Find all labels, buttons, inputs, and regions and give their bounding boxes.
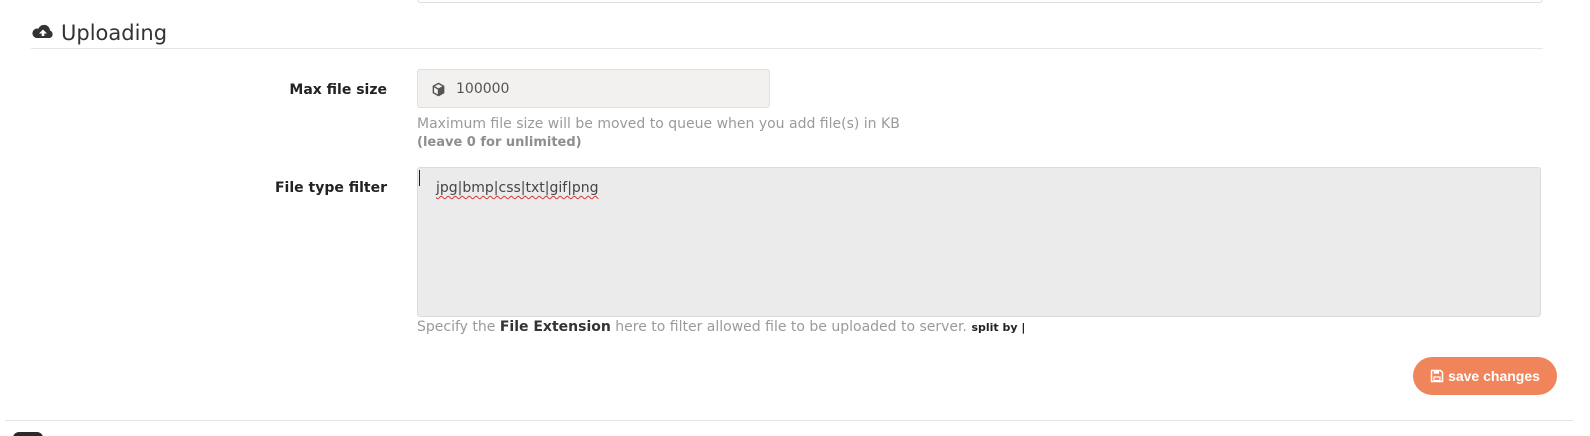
- max-file-size-label: Max file size: [289, 82, 387, 98]
- help-suffix: here to filter allowed file to be upload…: [615, 319, 967, 335]
- save-changes-button[interactable]: save changes: [1413, 357, 1557, 395]
- save-changes-label: save changes: [1448, 368, 1540, 384]
- help-strong: File Extension: [499, 319, 611, 335]
- cloud-upload-icon: [32, 24, 53, 38]
- text-caret: [419, 170, 420, 186]
- floppy-disk-icon: [1430, 369, 1444, 383]
- settings-page: Uploading Max file size 100000 Maximum f…: [0, 0, 1590, 436]
- max-file-size-help-note: (leave 0 for unlimited): [417, 135, 582, 150]
- section-header: Uploading: [31, 18, 1543, 49]
- help-prefix: Specify the: [417, 319, 496, 335]
- next-section-icon: [13, 432, 43, 436]
- section-title: Uploading: [61, 21, 168, 45]
- file-type-filter-textarea[interactable]: jpg|bmp|css|txt|gif|png: [417, 167, 1541, 317]
- file-type-filter-label: File type filter: [274, 180, 387, 196]
- section-divider: [5, 420, 1573, 421]
- file-type-filter-value: jpg|bmp|css|txt|gif|png: [436, 180, 599, 196]
- previous-input-field[interactable]: [417, 0, 1543, 3]
- max-file-size-value: 100000: [456, 81, 510, 97]
- file-type-filter-help: Specify the File Extension here to filte…: [417, 317, 1025, 338]
- help-small: split by |: [971, 321, 1026, 334]
- cube-icon: [432, 82, 445, 97]
- max-file-size-help: Maximum file size will be moved to queue…: [417, 116, 900, 132]
- max-file-size-input[interactable]: 100000: [417, 69, 770, 108]
